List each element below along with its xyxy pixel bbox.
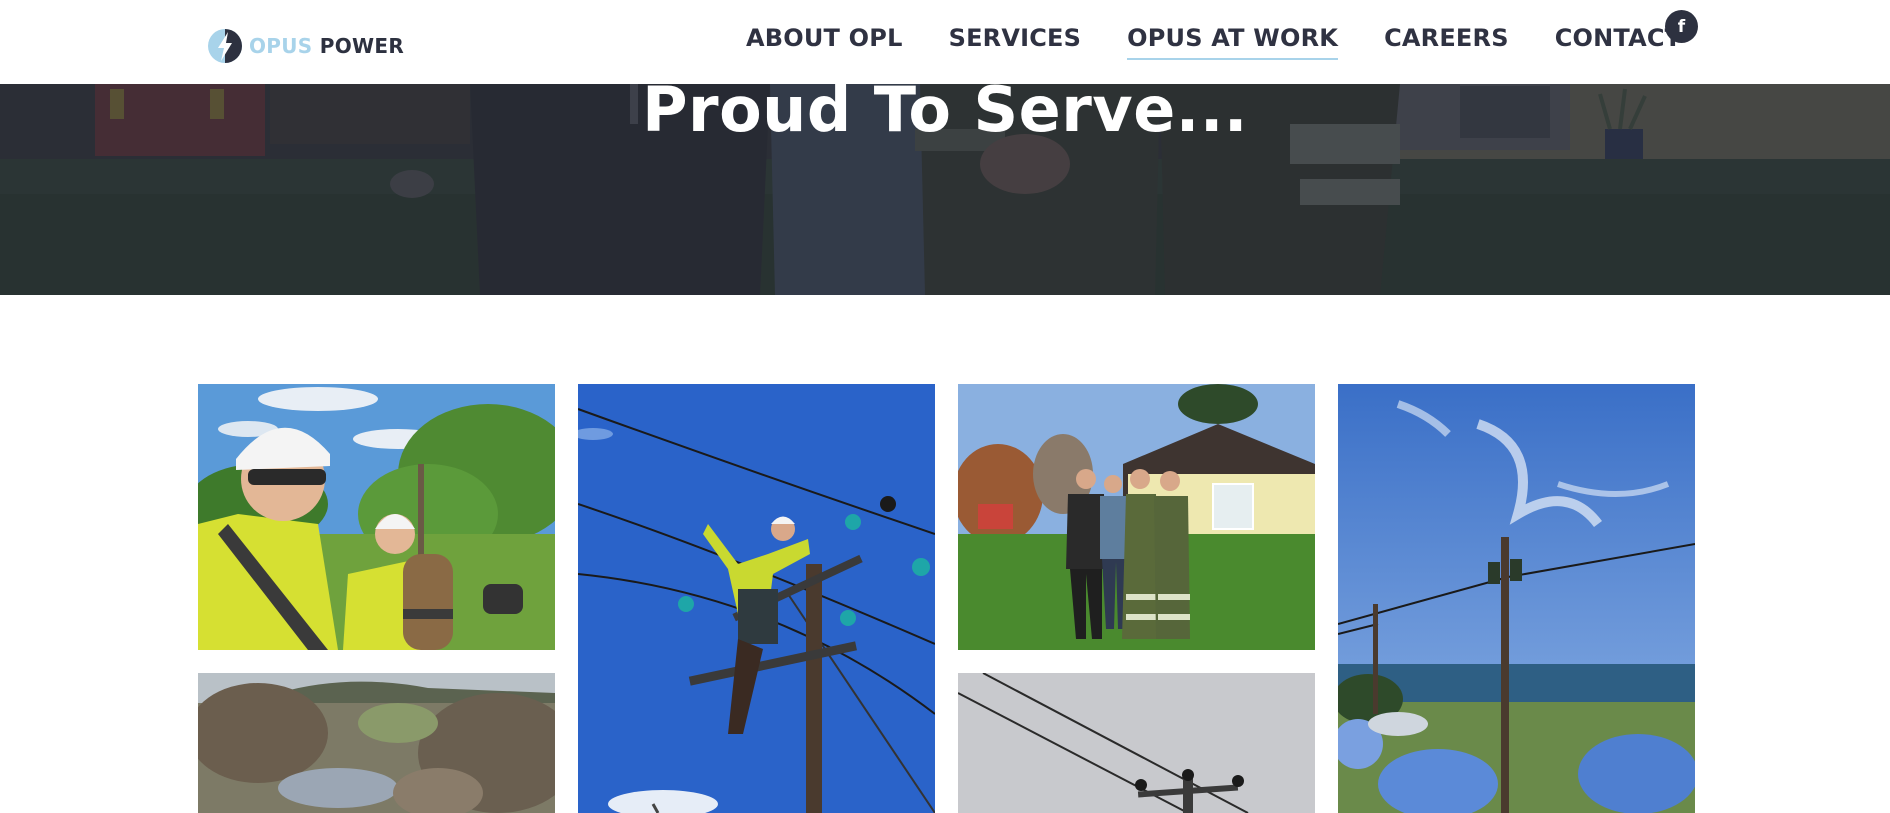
facebook-icon[interactable]: f xyxy=(1665,10,1698,43)
nav-item-opus-at-work[interactable]: OPUS AT WORK xyxy=(1127,24,1339,60)
gallery-photo-team-group[interactable] xyxy=(958,384,1315,650)
nav-item-services[interactable]: SERVICES xyxy=(949,24,1082,60)
facebook-glyph: f xyxy=(1677,16,1686,37)
nav-item-contact[interactable]: CONTACT xyxy=(1555,24,1682,60)
gallery-photo-pole-grey-sky[interactable] xyxy=(958,673,1315,813)
hero-title: Proud To Serve... xyxy=(642,73,1248,146)
photo-river-landscape xyxy=(198,673,555,813)
main-nav: ABOUT OPL SERVICES OPUS AT WORK CAREERS … xyxy=(746,24,1681,60)
gallery-photo-workers-selfie[interactable] xyxy=(198,384,555,650)
photo-workers-selfie xyxy=(198,384,555,650)
photo-team-group xyxy=(958,384,1315,650)
gallery-photo-lineman-on-pole[interactable] xyxy=(578,384,935,813)
logo-wordmark: OPUS POWER xyxy=(249,34,404,58)
photo-lineman-on-pole xyxy=(578,384,935,813)
gallery-photo-river-landscape[interactable] xyxy=(198,673,555,813)
nav-item-about[interactable]: ABOUT OPL xyxy=(746,24,903,60)
gallery-photo-sea-view-pole[interactable] xyxy=(1338,384,1695,813)
site-logo[interactable]: OPUS POWER xyxy=(207,26,404,66)
nav-item-careers[interactable]: CAREERS xyxy=(1384,24,1509,60)
lightning-bolt-icon xyxy=(208,29,242,63)
photo-sea-view-pole xyxy=(1338,384,1695,813)
logo-word-opus: OPUS xyxy=(249,34,313,58)
photo-pole-grey-sky xyxy=(958,673,1315,813)
logo-word-power: POWER xyxy=(319,34,405,58)
site-header: OPUS POWER ABOUT OPL SERVICES OPUS AT WO… xyxy=(0,0,1890,84)
